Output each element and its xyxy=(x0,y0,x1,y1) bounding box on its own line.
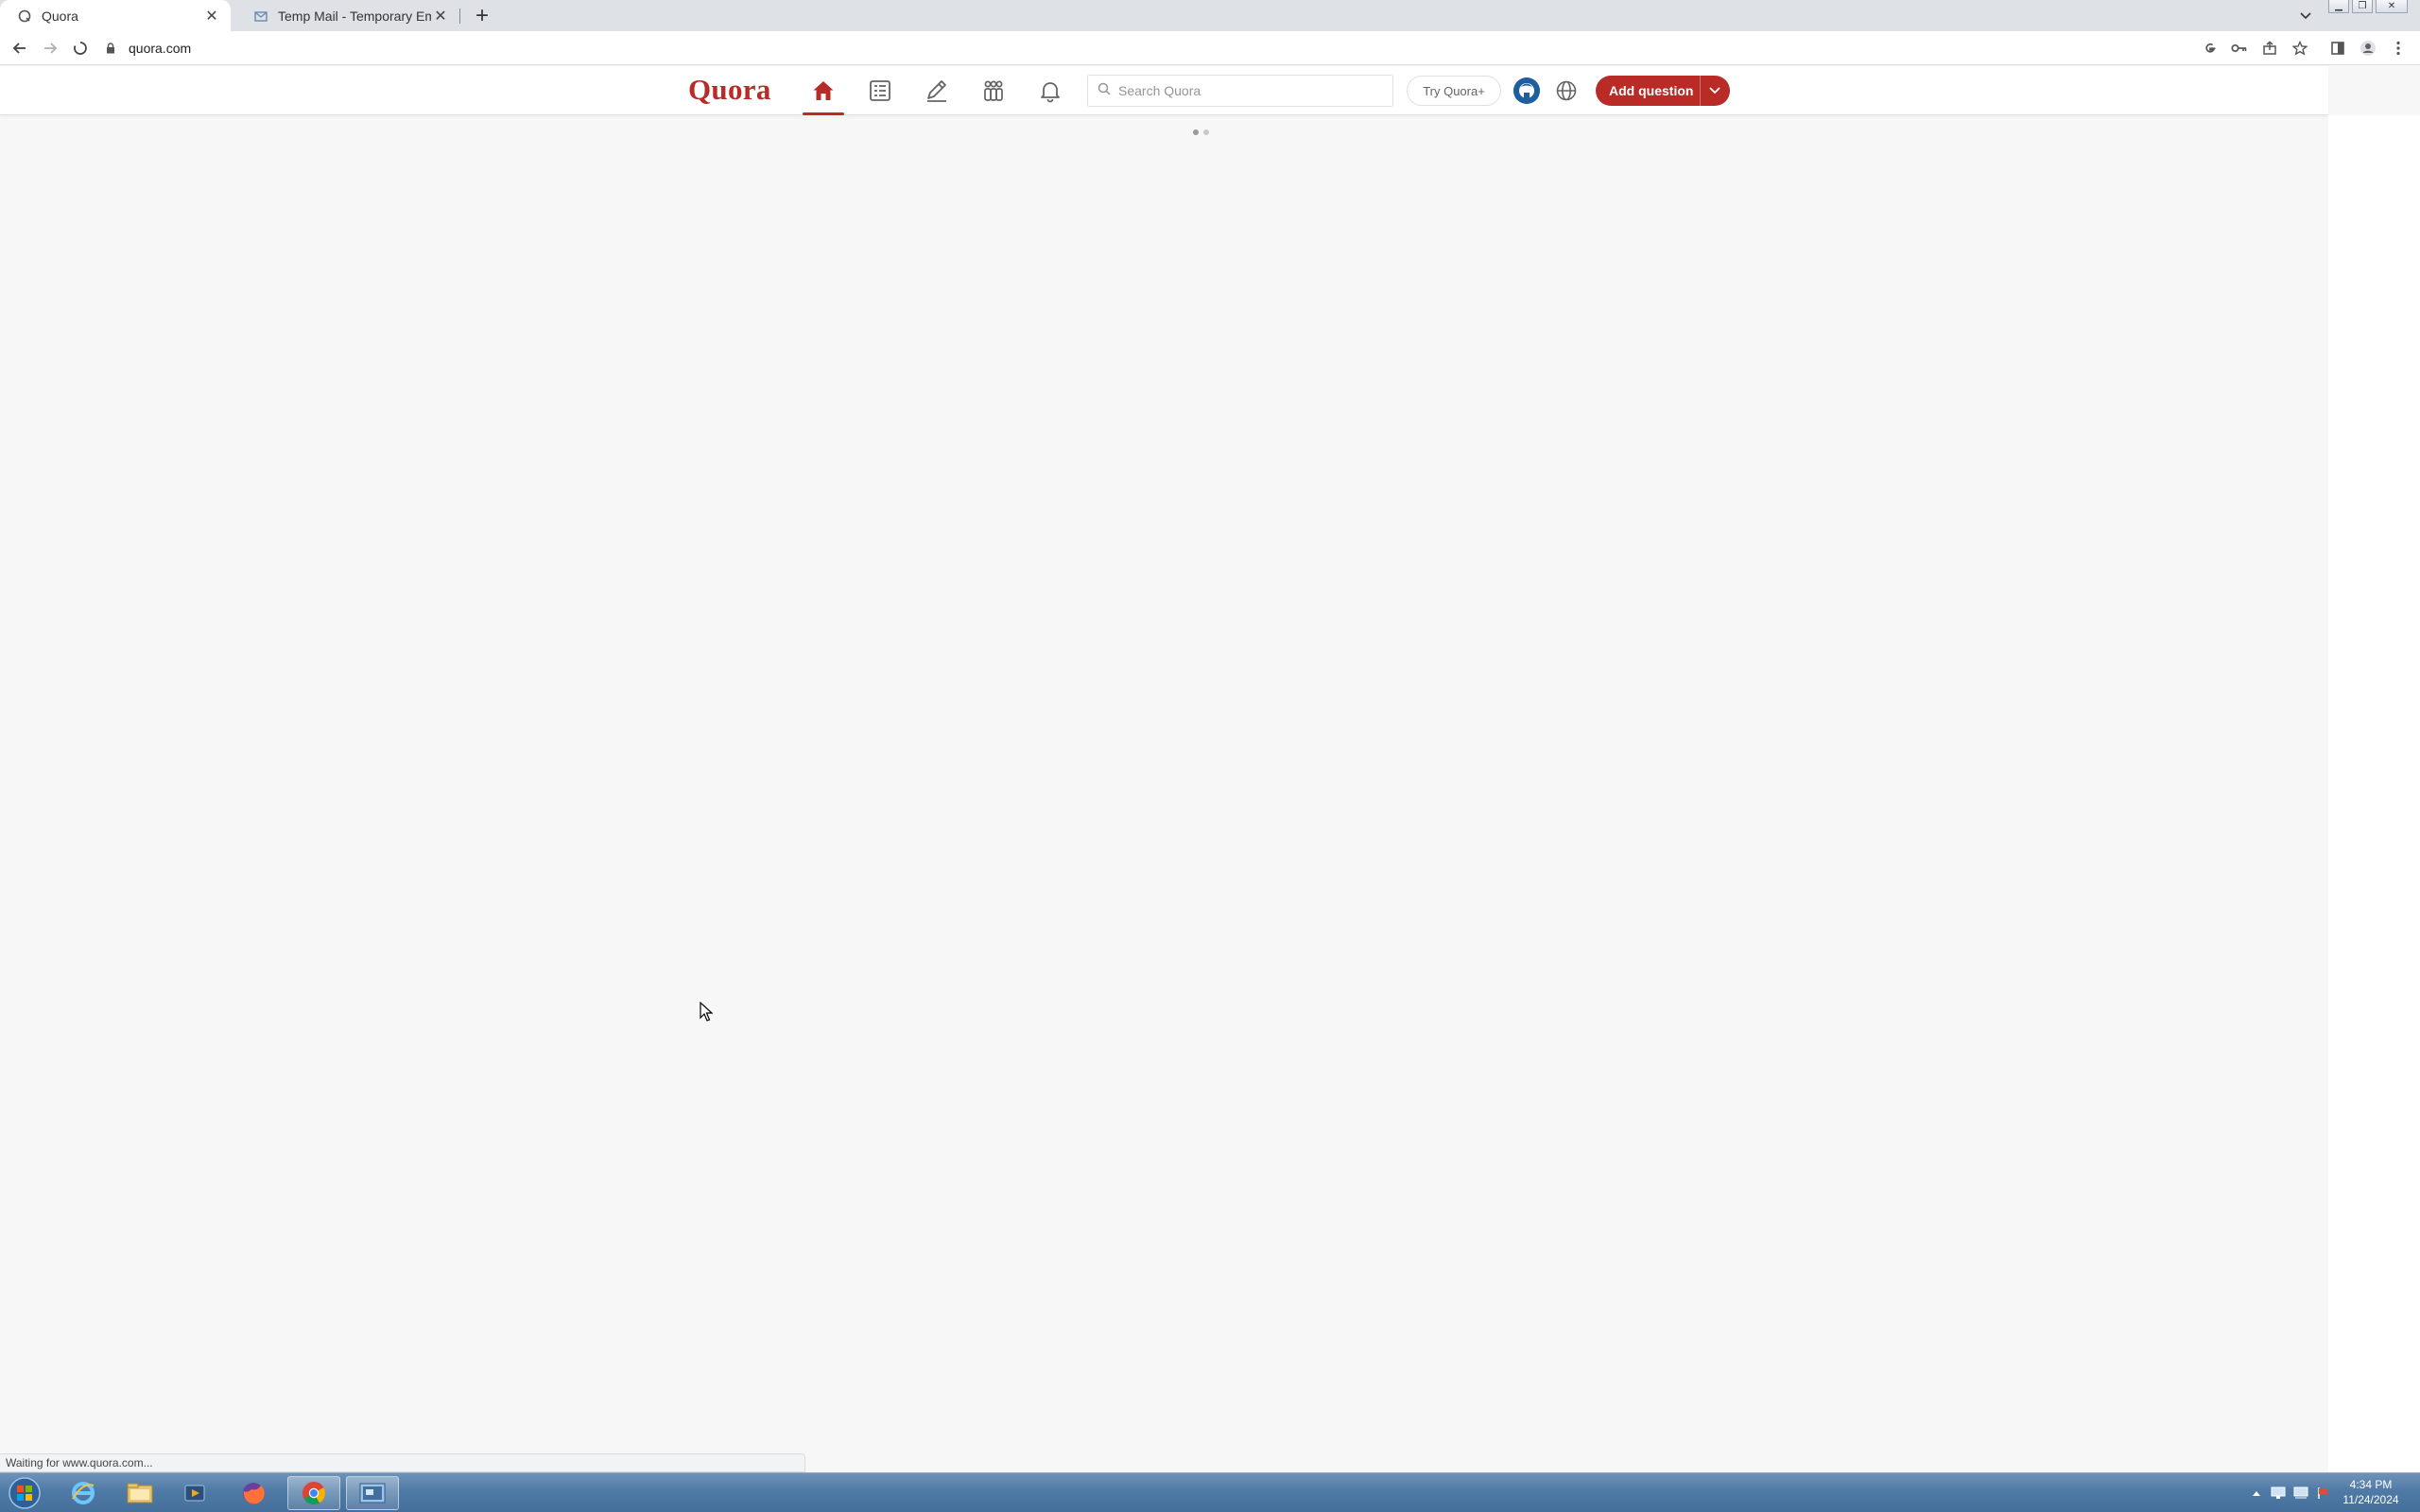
search-icon xyxy=(1098,82,1111,100)
tab-title: Quora xyxy=(42,8,78,24)
close-window-button[interactable]: ✕ xyxy=(2376,0,2408,13)
address-bar[interactable]: quora.com xyxy=(106,36,191,60)
answer-icon[interactable] xyxy=(916,72,958,110)
browser-toolbar: quora.com xyxy=(0,31,2420,65)
tab-strip: Quora ✕ Temp Mail - Temporary Email ✕ + … xyxy=(0,0,2420,31)
following-icon[interactable] xyxy=(859,72,901,110)
right-blank-panel xyxy=(2328,115,2420,1472)
spaces-icon[interactable] xyxy=(973,72,1014,110)
temp-mail-favicon xyxy=(253,9,268,24)
new-tab-button[interactable]: + xyxy=(469,3,495,29)
firefox-icon[interactable] xyxy=(227,1476,280,1510)
try-quora-plus-button[interactable]: Try Quora+ xyxy=(1407,76,1501,106)
start-button[interactable] xyxy=(4,1476,45,1510)
network-tray-icon[interactable] xyxy=(2291,1473,2310,1512)
chevron-down-icon[interactable] xyxy=(1701,87,1729,94)
add-question-button[interactable]: Add question xyxy=(1596,76,1730,106)
chrome-icon[interactable] xyxy=(287,1476,340,1510)
tab-quora[interactable]: Quora ✕ xyxy=(0,0,231,31)
close-tab-icon[interactable]: ✕ xyxy=(431,7,450,26)
restore-button[interactable]: ❐ xyxy=(2352,0,2373,13)
screenshot-tool-icon[interactable] xyxy=(346,1476,399,1510)
action-center-flag-icon[interactable] xyxy=(2314,1473,2333,1512)
media-player-icon[interactable] xyxy=(170,1476,223,1510)
add-question-label: Add question xyxy=(1609,83,1694,98)
clock-time: 4:34 PM xyxy=(2349,1478,2393,1491)
loading-indicator xyxy=(1193,129,1209,135)
system-clock[interactable]: 4:34 PM 11/24/2024 xyxy=(2333,1477,2409,1507)
status-bar: Waiting for www.quora.com... xyxy=(0,1453,805,1472)
password-key-icon[interactable] xyxy=(2227,36,2252,60)
clock-date: 11/24/2024 xyxy=(2342,1493,2399,1506)
back-button[interactable] xyxy=(8,36,32,60)
home-icon[interactable] xyxy=(803,72,844,115)
tab-temp-mail[interactable]: Temp Mail - Temporary Email ✕ xyxy=(236,0,459,31)
tab-separator xyxy=(459,9,460,24)
side-panel-icon[interactable] xyxy=(2325,36,2350,60)
language-globe-icon[interactable] xyxy=(1553,77,1580,104)
quora-header: Quora Try Quora+ Add question xyxy=(0,66,2328,115)
avatar[interactable] xyxy=(1513,77,1540,104)
file-explorer-icon[interactable] xyxy=(113,1476,166,1510)
quora-logo[interactable]: Quora xyxy=(688,73,771,107)
url-text: quora.com xyxy=(129,41,192,56)
bookmark-star-icon[interactable] xyxy=(2288,36,2312,60)
mouse-cursor-icon xyxy=(700,1001,714,1027)
tab-search-chevron-icon[interactable] xyxy=(2295,6,2316,26)
display-tray-icon[interactable] xyxy=(2269,1473,2288,1512)
windows-taskbar: 4:34 PM 11/24/2024 xyxy=(0,1472,2420,1512)
more-menu-icon[interactable] xyxy=(2386,36,2411,60)
quora-favicon xyxy=(17,9,32,24)
share-icon[interactable] xyxy=(2257,36,2282,60)
minimize-button[interactable]: ▁ xyxy=(2328,0,2349,13)
forward-button[interactable] xyxy=(38,36,62,60)
google-icon[interactable] xyxy=(2198,36,2222,60)
search-box[interactable] xyxy=(1087,75,1393,107)
lock-icon[interactable] xyxy=(106,42,119,55)
notifications-icon[interactable] xyxy=(1029,72,1071,110)
show-hidden-icons-arrow-icon[interactable] xyxy=(2250,1473,2263,1512)
tab-title: Temp Mail - Temporary Email xyxy=(278,8,431,24)
search-input[interactable] xyxy=(1118,83,1383,98)
internet-explorer-icon[interactable] xyxy=(57,1476,110,1510)
stop-loading-button[interactable] xyxy=(68,36,93,60)
close-tab-icon[interactable]: ✕ xyxy=(202,7,221,26)
profile-icon[interactable] xyxy=(2356,36,2380,60)
